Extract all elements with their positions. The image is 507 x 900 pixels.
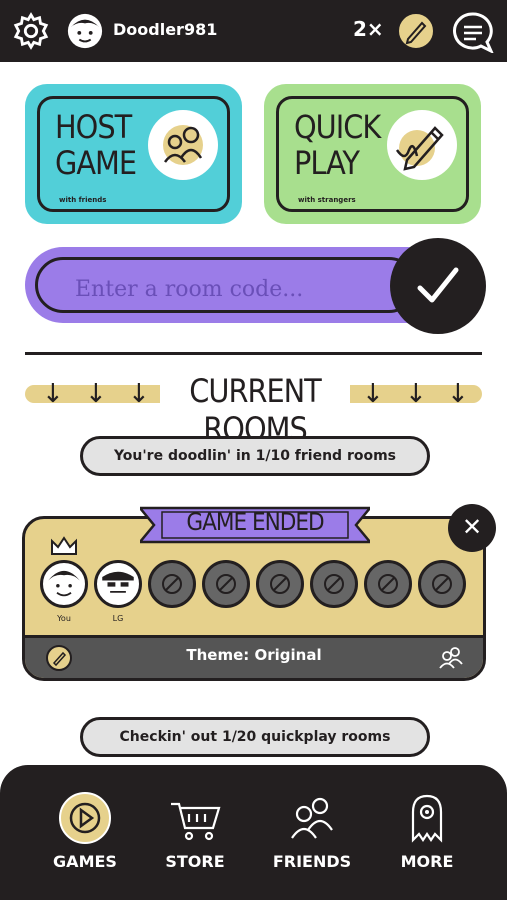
pencil-coin-icon[interactable] — [396, 11, 436, 51]
crown-icon — [51, 536, 77, 555]
empty-slot-icon — [256, 560, 304, 608]
nav-friends[interactable]: FRIENDS — [267, 790, 357, 871]
avatar-icon[interactable] — [66, 12, 104, 50]
settings-gear-icon[interactable] — [12, 12, 50, 50]
play-icon — [59, 792, 111, 844]
quick-play-subtitle: with strangers — [298, 196, 356, 204]
empty-slot-icon — [202, 560, 250, 608]
cart-icon — [171, 802, 221, 841]
username[interactable]: Doodler981 — [113, 20, 217, 39]
quickplay-rooms-pill[interactable]: Checkin' out 1/20 quickplay rooms — [80, 717, 430, 757]
close-room-button[interactable]: ✕ — [448, 504, 496, 552]
host-game-circle — [148, 110, 218, 180]
down-arrow-icon: ↓ — [362, 379, 384, 409]
two-people-icon — [163, 125, 203, 165]
quick-play-button[interactable]: QUICK PLAY with strangers — [264, 84, 481, 224]
coin-multiplier: 2× — [353, 17, 384, 41]
player-label: LG — [112, 614, 124, 623]
down-arrow-icon: ↓ — [42, 379, 64, 409]
avatar-icon — [48, 570, 80, 597]
empty-slot-icon — [310, 560, 358, 608]
nav-label: STORE — [165, 852, 225, 871]
nav-games[interactable]: GAMES — [40, 790, 130, 871]
room-code-bar — [25, 247, 445, 323]
player-label: You — [57, 614, 71, 623]
down-arrow-icon: ↓ — [405, 379, 427, 409]
room-code-input[interactable] — [73, 273, 407, 305]
quick-play-circle — [387, 110, 457, 180]
nav-label: FRIENDS — [272, 852, 352, 871]
avatar-icon — [102, 571, 134, 593]
game-status: GAME ENDED — [186, 508, 324, 536]
room-card-footer: Theme: Original — [25, 635, 483, 678]
nav-store[interactable]: STORE — [150, 790, 240, 871]
friend-rooms-pill[interactable]: You're doodlin' in 1/10 friend rooms — [80, 436, 430, 476]
down-arrow-icon: ↓ — [128, 379, 150, 409]
friends-icon — [439, 647, 463, 669]
theme-coin-icon — [46, 645, 72, 671]
theme-label: Theme: Original — [186, 646, 322, 664]
host-game-title: HOST GAME — [55, 108, 137, 182]
host-game-button[interactable]: HOST GAME with friends — [25, 84, 242, 224]
chat-icon[interactable] — [451, 11, 495, 53]
ghost-icon — [411, 794, 443, 843]
nav-label: MORE — [400, 852, 454, 871]
host-game-subtitle: with friends — [59, 196, 107, 204]
friends-icon — [291, 797, 333, 839]
checkmark-icon — [417, 267, 459, 303]
player-avatar[interactable] — [40, 560, 88, 608]
player-avatar[interactable] — [94, 560, 142, 608]
down-arrow-icon: ↓ — [85, 379, 107, 409]
empty-slot-icon — [418, 560, 466, 608]
divider — [25, 352, 482, 355]
nav-more[interactable]: MORE — [382, 790, 472, 871]
submit-code-button[interactable] — [390, 238, 486, 334]
down-arrow-icon: ↓ — [447, 379, 469, 409]
empty-slot-icon — [148, 560, 196, 608]
nav-label: GAMES — [53, 852, 117, 871]
pencil-icon — [395, 126, 444, 171]
quick-play-title: QUICK PLAY — [294, 108, 381, 182]
empty-slot-icon — [364, 560, 412, 608]
